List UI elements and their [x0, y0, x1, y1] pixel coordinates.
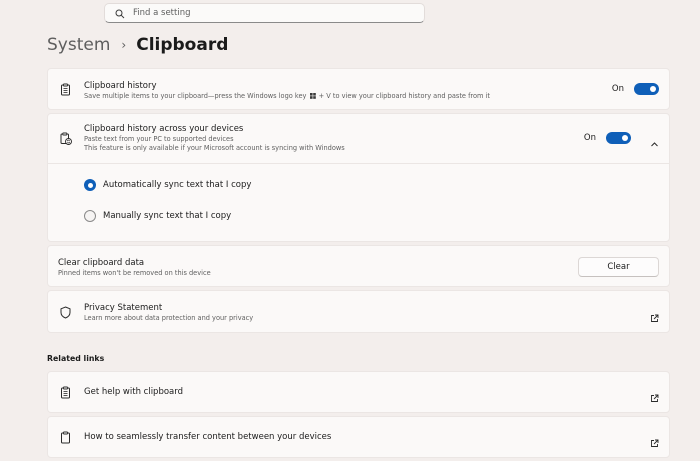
- search-input[interactable]: [133, 8, 413, 18]
- sync-description-2: This feature is only available if your M…: [84, 143, 345, 152]
- clear-card: Clear clipboard data Pinned items won't …: [47, 245, 670, 287]
- sync-title: Clipboard history across your devices: [84, 124, 244, 134]
- chevron-up-icon[interactable]: [650, 134, 659, 147]
- external-link-icon: [650, 388, 659, 402]
- sync-toggle[interactable]: [606, 132, 631, 144]
- clipboard-history-toggle[interactable]: [634, 83, 659, 95]
- clipboard-history-title: Clipboard history: [84, 81, 157, 91]
- windows-logo-icon: [309, 92, 316, 99]
- breadcrumb: System › Clipboard: [47, 33, 228, 57]
- related-link-label: How to seamlessly transfer content betwe…: [84, 432, 332, 442]
- radio-auto-sync[interactable]: Automatically sync text that I copy: [84, 179, 251, 191]
- page-title: Clipboard: [136, 35, 229, 55]
- radio-label: Automatically sync text that I copy: [103, 180, 252, 190]
- privacy-description: Learn more about data protection and you…: [84, 314, 254, 322]
- clipboard-history-description: Save multiple items to your clipboard—pr…: [84, 92, 490, 101]
- privacy-title: Privacy Statement: [84, 303, 163, 313]
- related-link-transfer[interactable]: How to seamlessly transfer content betwe…: [47, 416, 670, 458]
- privacy-card[interactable]: Privacy Statement Learn more about data …: [47, 290, 670, 333]
- description-part-1: Save multiple items to your clipboard—pr…: [84, 92, 307, 100]
- radio-button[interactable]: [84, 210, 96, 222]
- search-icon: [115, 4, 125, 23]
- sync-toggle-group: On: [584, 132, 631, 144]
- clipboard-history-toggle-group: On: [612, 83, 659, 95]
- clipboard-blank-icon: [59, 431, 72, 444]
- shield-icon: [59, 306, 72, 319]
- toggle-state-label: On: [583, 133, 596, 143]
- external-link-icon: [650, 433, 659, 447]
- breadcrumb-separator: ›: [121, 38, 127, 52]
- clipboard-history-card: Clipboard history Save multiple items to…: [47, 68, 670, 110]
- sync-description-1: Paste text from your PC to supported dev…: [84, 135, 234, 143]
- clear-title: Clear clipboard data: [58, 258, 145, 268]
- clipboard-icon: [59, 83, 72, 96]
- clear-button[interactable]: Clear: [578, 257, 659, 277]
- clipboard-icon: [59, 386, 72, 399]
- breadcrumb-system[interactable]: System: [47, 35, 110, 55]
- toggle-state-label: On: [611, 84, 624, 94]
- related-link-help[interactable]: Get help with clipboard: [47, 371, 670, 413]
- related-link-label: Get help with clipboard: [84, 387, 183, 397]
- clipboard-sync-icon: [59, 132, 72, 145]
- clear-description: Pinned items won't be removed on this de…: [58, 269, 211, 277]
- radio-manual-sync[interactable]: Manually sync text that I copy: [84, 210, 231, 222]
- search-box[interactable]: [104, 3, 425, 23]
- related-links-heading: Related links: [47, 354, 105, 363]
- sync-divider: [48, 163, 669, 164]
- radio-button-selected[interactable]: [84, 179, 96, 191]
- description-part-2: + V to view your clipboard history and p…: [318, 92, 490, 100]
- external-link-icon: [650, 308, 659, 322]
- radio-label: Manually sync text that I copy: [103, 211, 232, 221]
- sync-card: Clipboard history across your devices Pa…: [47, 113, 670, 242]
